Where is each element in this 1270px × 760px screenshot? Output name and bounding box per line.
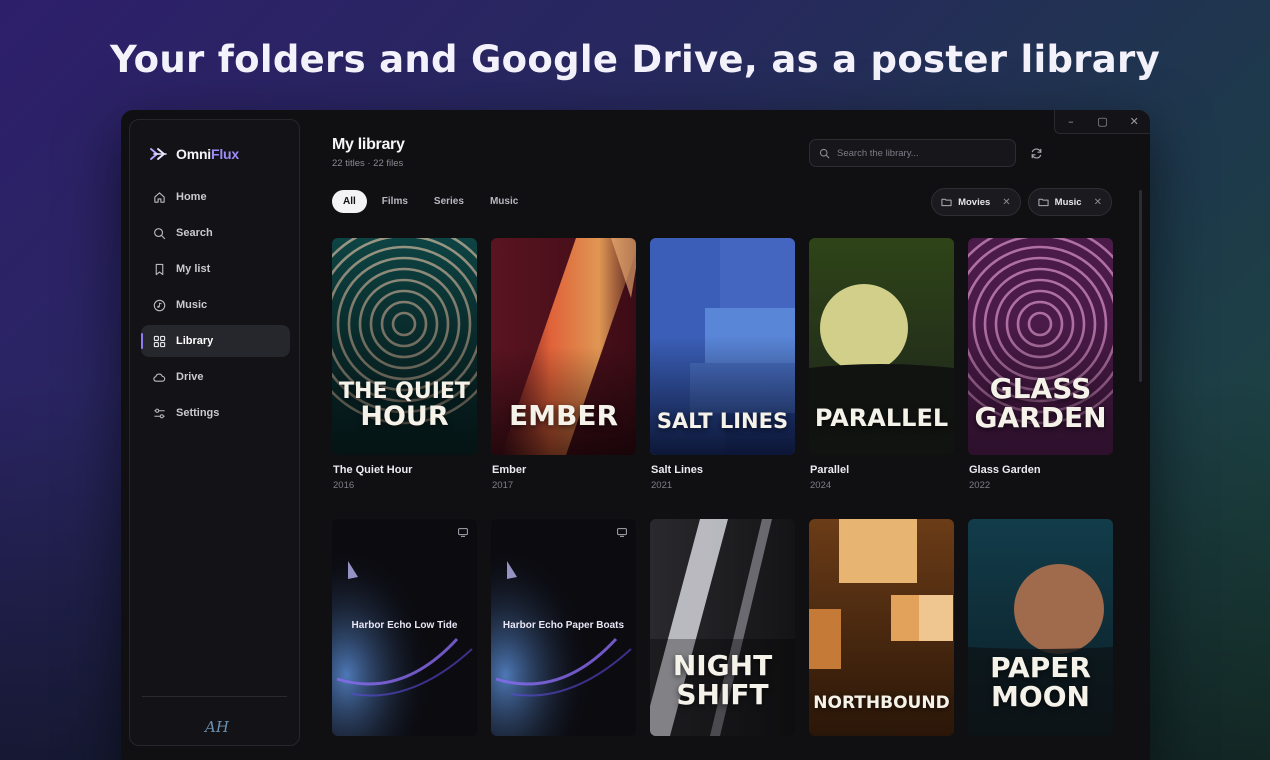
cover-caption: Harbor Echo Paper Boats [502, 620, 625, 631]
chip-label: Movies [958, 196, 991, 208]
tv-icon [458, 528, 468, 537]
poster-image: EMBER [491, 238, 636, 455]
card-year: 2016 [333, 480, 355, 491]
poster-card[interactable]: PARALLEL Parallel 2024 [809, 238, 954, 491]
sidebar-nav: Home Search My list Music Library Drive … [141, 181, 290, 433]
sidebar-item-library[interactable]: Library [141, 325, 290, 357]
grid-icon [152, 334, 166, 348]
poster-title-text: NORTHBOUND [813, 693, 950, 713]
close-window-button[interactable]: ✕ [1118, 110, 1150, 133]
card-year: 2021 [651, 480, 673, 491]
card-title: Salt Lines [651, 464, 703, 476]
sidebar-item-my-list[interactable]: My list [141, 253, 290, 285]
sidebar-item-home[interactable]: Home [141, 181, 290, 213]
poster-card[interactable]: GLASS GARDEN Glass Garden 2022 [968, 238, 1113, 491]
brand[interactable]: OmniFlux [150, 146, 239, 162]
poster-card[interactable]: Harbor Echo Paper Boats [491, 519, 636, 736]
sidebar: OmniFlux Home Search My list Music Libra… [129, 119, 300, 746]
poster-title-text: EMBER [508, 399, 619, 432]
search-placeholder: Search the library... [837, 147, 919, 159]
folder-chip-music[interactable]: Music ✕ [1027, 188, 1112, 216]
library-main: My library 22 titles · 22 files Search t… [332, 110, 1150, 760]
sidebar-item-label: Music [176, 299, 208, 311]
brand-logo-icon [150, 148, 167, 160]
tab-series[interactable]: Series [423, 190, 475, 213]
home-icon [152, 190, 166, 204]
poster-title-text: PAPER MOON [990, 651, 1091, 714]
sidebar-item-label: Home [176, 191, 207, 203]
cloud-icon [152, 370, 166, 384]
poster-card[interactable]: THE QUIET HOUR The Quiet Hour 2016 [332, 238, 477, 491]
card-title: Parallel [810, 464, 850, 476]
tab-films[interactable]: Films [371, 190, 419, 213]
poster-card[interactable]: NIGHT SHIFT [650, 519, 795, 736]
remove-chip-icon[interactable]: ✕ [1094, 197, 1102, 208]
app-window: – ▢ ✕ OmniFlux Home Search My list Music… [121, 110, 1150, 760]
sidebar-item-label: Library [176, 335, 214, 347]
minimize-button[interactable]: – [1055, 110, 1087, 133]
poster-title-text: NIGHT SHIFT [672, 649, 773, 712]
tab-all[interactable]: All [332, 190, 367, 213]
footer-logo[interactable]: AH [205, 718, 229, 736]
sidebar-item-label: Settings [176, 407, 220, 419]
sidebar-item-settings[interactable]: Settings [141, 397, 290, 429]
poster-card[interactable]: SALT LINES Salt Lines 2021 [650, 238, 795, 491]
poster-title-text: THE QUIET HOUR [339, 379, 470, 433]
card-title: Ember [492, 464, 527, 476]
tv-icon [617, 528, 627, 537]
poster-image: THE QUIET HOUR [332, 238, 477, 455]
card-year: 2022 [969, 480, 991, 491]
folder-chips: Movies ✕ Music ✕ [931, 188, 1112, 216]
refresh-button[interactable] [1028, 145, 1044, 161]
card-title: The Quiet Hour [333, 464, 413, 476]
page-title: My library [332, 136, 405, 153]
library-count: 22 titles · 22 files [332, 158, 404, 169]
maximize-button[interactable]: ▢ [1087, 110, 1119, 133]
sidebar-divider [142, 696, 287, 697]
remove-chip-icon[interactable]: ✕ [1002, 197, 1010, 208]
poster-image: NORTHBOUND [809, 519, 954, 736]
search-icon [819, 148, 830, 158]
poster-image: SALT LINES [650, 238, 795, 455]
sidebar-item-music[interactable]: Music [141, 289, 290, 321]
poster-image: PARALLEL [809, 238, 954, 455]
sidebar-item-label: Search [176, 227, 213, 239]
poster-title-text: GLASS GARDEN [974, 372, 1107, 435]
poster-image: NIGHT SHIFT [650, 519, 795, 736]
sidebar-item-label: Drive [176, 371, 204, 383]
poster-card[interactable]: EMBER Ember 2017 [491, 238, 636, 491]
poster-image: GLASS GARDEN [968, 238, 1113, 455]
poster-image: Harbor Echo Paper Boats [491, 519, 636, 736]
brand-name: OmniFlux [176, 146, 239, 162]
refresh-icon [1031, 147, 1041, 159]
sidebar-item-drive[interactable]: Drive [141, 361, 290, 393]
poster-card[interactable]: NORTHBOUND [809, 519, 954, 736]
poster-image: Harbor Echo Low Tide [332, 519, 477, 736]
sidebar-item-search[interactable]: Search [141, 217, 290, 249]
sliders-icon [152, 406, 166, 420]
tab-music[interactable]: Music [479, 190, 529, 213]
promo-headline: Your folders and Google Drive, as a post… [109, 38, 1161, 81]
card-year: 2017 [492, 480, 514, 491]
search-input[interactable]: Search the library... [809, 139, 1016, 167]
poster-card[interactable]: Harbor Echo Low Tide [332, 519, 477, 736]
chip-label: Music [1054, 196, 1082, 208]
music-icon [152, 298, 166, 312]
folder-chip-movies[interactable]: Movies ✕ [931, 188, 1021, 216]
folder-icon [941, 198, 952, 207]
cover-caption: Harbor Echo Low Tide [351, 620, 458, 631]
poster-card[interactable]: PAPER MOON [968, 519, 1113, 736]
poster-title-text: PARALLEL [814, 404, 949, 432]
poster-image: PAPER MOON [968, 519, 1113, 736]
folder-icon [1038, 198, 1049, 207]
filter-tabs: All Films Series Music [332, 190, 529, 213]
card-title: Glass Garden [969, 464, 1041, 476]
sidebar-item-label: My list [176, 263, 211, 275]
window-controls: – ▢ ✕ [1054, 110, 1150, 134]
scrollbar[interactable] [1139, 190, 1142, 382]
poster-title-text: SALT LINES [656, 409, 789, 433]
search-icon [152, 226, 166, 240]
card-year: 2024 [810, 480, 832, 491]
bookmark-icon [152, 262, 166, 276]
